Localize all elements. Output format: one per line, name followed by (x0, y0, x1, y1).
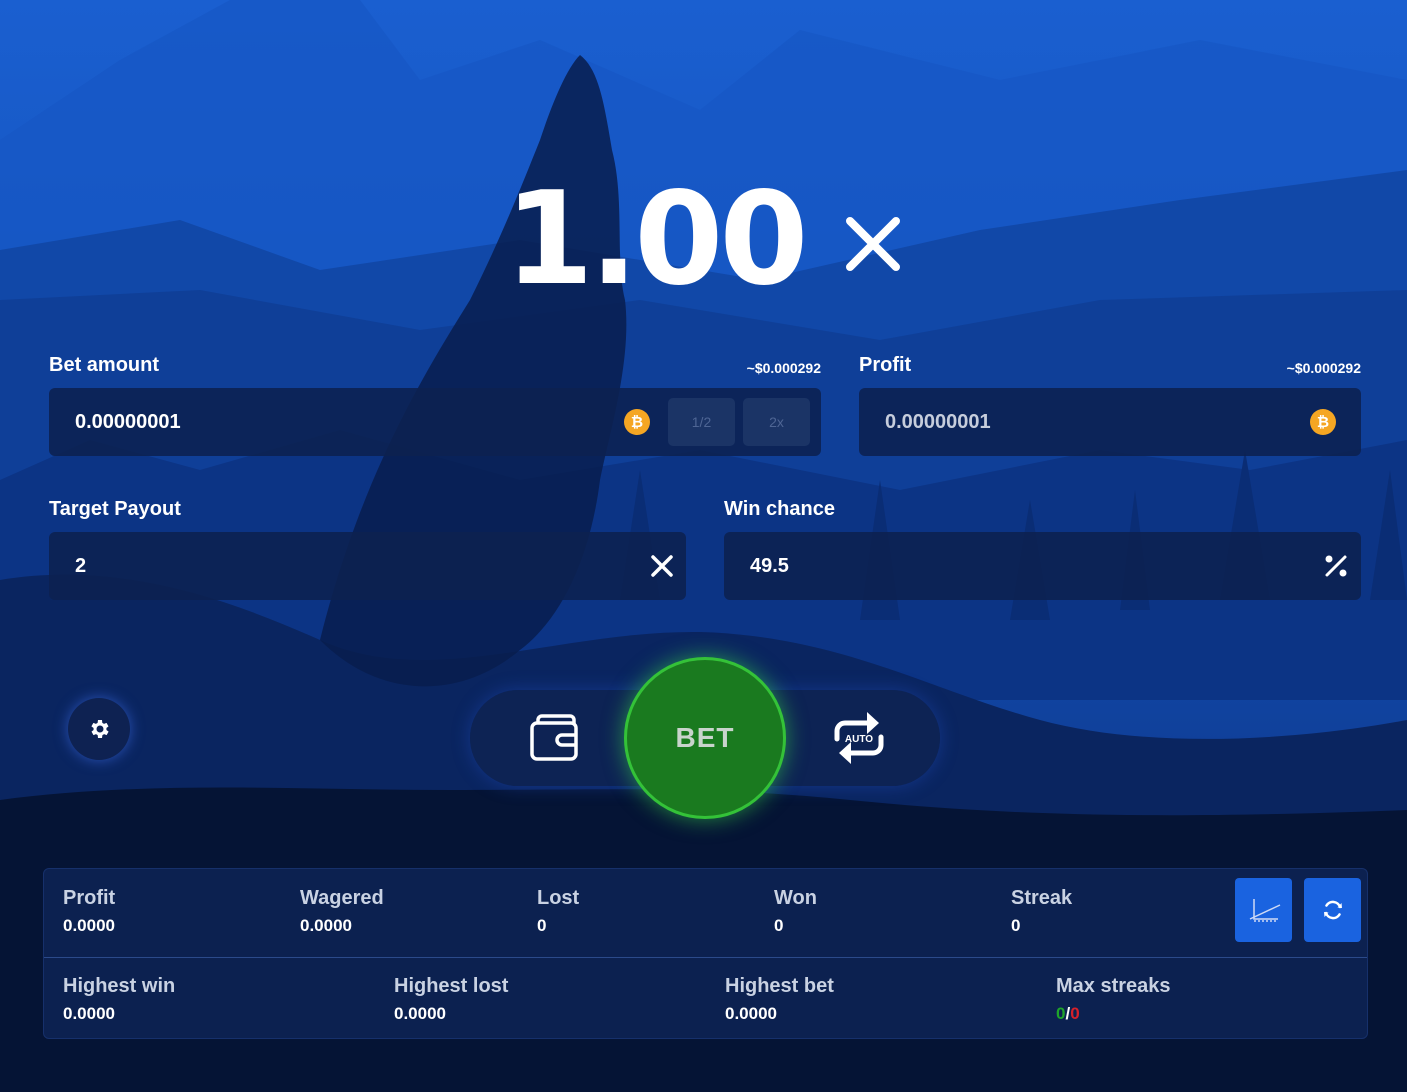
stat-highest-bet: Highest bet 0.0000 (725, 975, 834, 1024)
target-payout-field[interactable]: 2 (49, 532, 686, 600)
bet-amount-field[interactable]: 0.00000001 ₿ 1/2 2x (49, 388, 821, 456)
chart-toggle-button[interactable] (1235, 878, 1292, 942)
target-payout-value[interactable]: 2 (49, 555, 650, 578)
win-chance-field[interactable]: 49.5 (724, 532, 1361, 600)
stat-label: Won (774, 887, 817, 909)
win-chance-value[interactable]: 49.5 (724, 555, 1323, 578)
percent-icon (1325, 555, 1347, 577)
profit-label: Profit (859, 354, 912, 376)
stats-divider (44, 957, 1367, 958)
multiply-icon (846, 217, 901, 271)
stat-highest-win: Highest win 0.0000 (63, 975, 175, 1024)
stat-label: Highest lost (394, 975, 509, 997)
bet-button[interactable]: BET (624, 657, 786, 819)
profit-usd: ~$0.000292 (1286, 360, 1361, 376)
stats-panel: Profit 0.0000 Wagered 0.0000 Lost 0 Won … (43, 868, 1368, 1039)
bitcoin-icon: ₿ (624, 409, 650, 435)
stat-profit: Profit 0.0000 (63, 887, 115, 936)
stat-value: 0 (537, 916, 547, 935)
settings-button[interactable] (68, 698, 130, 760)
bet-amount-label: Bet amount (49, 354, 159, 376)
refresh-icon (1323, 900, 1342, 920)
stat-max-streaks: Max streaks 0/0 (1056, 975, 1171, 1024)
reset-stats-button[interactable] (1304, 878, 1361, 942)
stat-value: 0.0000 (300, 916, 352, 935)
multiplier-value: 1.00 (504, 165, 809, 314)
target-payout-label: Target Payout (49, 498, 181, 520)
stat-label: Lost (537, 887, 580, 909)
stat-label: Max streaks (1056, 975, 1171, 997)
stat-label: Streak (1011, 887, 1073, 909)
stat-value: 0 (774, 916, 784, 935)
half-bet-button[interactable]: 1/2 (668, 398, 735, 446)
win-chance-label: Win chance (724, 498, 835, 520)
auto-repeat-icon: AUTO (834, 712, 884, 764)
stat-wagered: Wagered 0.0000 (300, 887, 384, 936)
stat-label: Wagered (300, 887, 384, 909)
auto-bet-button[interactable]: AUTO (828, 708, 890, 768)
stat-streak: Streak 0 (1011, 887, 1072, 936)
stat-lost: Lost 0 (537, 887, 579, 936)
double-bet-button[interactable]: 2x (743, 398, 810, 446)
chart-icon (1249, 899, 1280, 922)
stat-label: Highest bet (725, 975, 834, 997)
stat-value: 0.0000 (63, 916, 115, 935)
stat-value: 0.0000 (394, 1004, 446, 1023)
multiplier-display: 1.00 (0, 170, 1407, 310)
stat-value: 0.0000 (63, 1004, 115, 1023)
gear-icon (91, 720, 109, 738)
stat-label: Profit (63, 887, 116, 909)
profit-value: 0.00000001 (885, 410, 991, 433)
bet-amount-value[interactable]: 0.00000001 (49, 411, 624, 434)
stat-value: 0/0 (1056, 1004, 1171, 1024)
wallet-icon (530, 714, 578, 761)
auto-label: AUTO (845, 734, 873, 745)
stat-label: Highest win (63, 975, 176, 997)
stat-highest-lost: Highest lost 0.0000 (394, 975, 508, 1024)
max-loss-streak: 0 (1070, 1004, 1080, 1023)
multiply-icon (651, 555, 673, 577)
stat-won: Won 0 (774, 887, 817, 936)
stat-value: 0.0000 (725, 1004, 777, 1023)
stat-value: 0 (1011, 916, 1021, 935)
manual-bet-button[interactable] (526, 710, 582, 766)
bitcoin-icon: ₿ (1310, 409, 1336, 435)
bet-amount-usd: ~$0.000292 (746, 360, 821, 376)
profit-field: 0.00000001 ₿ (859, 388, 1361, 456)
